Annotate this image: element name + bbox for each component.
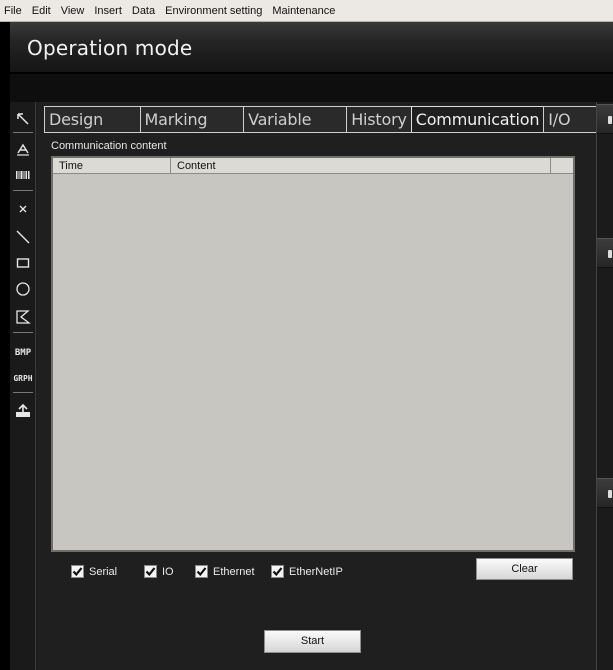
menu-file[interactable]: File	[2, 0, 27, 22]
line-icon[interactable]	[12, 226, 34, 248]
right-panel-header-1[interactable]	[597, 104, 613, 134]
toolbar-separator	[13, 190, 33, 191]
ethernet-checkbox[interactable]: Ethernet	[195, 565, 255, 578]
menu-insert[interactable]: Insert	[89, 0, 127, 22]
drawing-toolbar: BMP GRPH	[10, 102, 36, 670]
communication-log-table[interactable]: Time Content	[51, 156, 575, 552]
panel-marker-icon	[608, 490, 612, 498]
serial-label: Serial	[89, 565, 118, 578]
communication-tab-content: Communication content Time Content Seria…	[44, 132, 596, 670]
table-header: Time Content	[53, 158, 573, 174]
tab-history[interactable]: History	[346, 106, 412, 132]
tab-marking-view[interactable]: Marking view	[139, 106, 245, 155]
right-side-panel	[596, 102, 613, 670]
import-icon[interactable]	[12, 400, 34, 422]
bmp-icon[interactable]: BMP	[12, 340, 34, 362]
rectangle-icon[interactable]	[12, 252, 34, 274]
cross-icon[interactable]	[12, 198, 34, 220]
ethernet-label: Ethernet	[213, 565, 255, 578]
menu-maintenance[interactable]: Maintenance	[267, 0, 340, 22]
circle-icon[interactable]	[12, 278, 34, 300]
bmp-icon-text: BMP	[15, 348, 32, 357]
panel-marker-icon	[608, 116, 612, 124]
io-label: IO	[162, 565, 174, 578]
polygon-icon[interactable]	[12, 306, 34, 328]
checkbox-checked-icon[interactable]	[271, 565, 284, 578]
tab-io[interactable]: I/O	[543, 106, 597, 132]
start-button[interactable]: Start	[264, 630, 361, 653]
tab-variable-data[interactable]: Variable data	[243, 106, 348, 155]
toolbar-separator	[13, 332, 33, 333]
menu-environment-setting[interactable]: Environment setting	[160, 0, 267, 22]
right-panel-header-2[interactable]	[597, 238, 613, 268]
graph-icon-text: GRPH	[13, 374, 32, 383]
arrow-pointer-icon[interactable]	[12, 108, 34, 130]
checkbox-checked-icon[interactable]	[195, 565, 208, 578]
column-header-time[interactable]: Time	[53, 158, 171, 174]
title-bar: Operation mode	[10, 22, 613, 74]
column-header-filler	[551, 158, 573, 174]
ethernetip-checkbox[interactable]: EtherNetIP	[271, 565, 343, 578]
ethernetip-label: EtherNetIP	[289, 565, 343, 578]
menu-bar: File Edit View Insert Data Environment s…	[0, 0, 613, 22]
toolbar-separator	[13, 392, 33, 393]
graph-icon[interactable]: GRPH	[12, 366, 34, 388]
communication-content-label: Communication content	[51, 140, 167, 152]
serial-checkbox[interactable]: Serial	[71, 565, 117, 578]
text-a-icon[interactable]	[12, 138, 34, 160]
menu-view[interactable]: View	[56, 0, 90, 22]
tab-communication[interactable]: Communication	[410, 106, 545, 133]
right-panel-header-3[interactable]	[597, 478, 613, 508]
barcode-icon[interactable]	[12, 164, 34, 186]
toolbar-separator	[13, 132, 33, 133]
header-band	[10, 74, 613, 102]
menu-edit[interactable]: Edit	[27, 0, 56, 22]
tab-design-view[interactable]: Design view	[44, 106, 141, 155]
io-checkbox[interactable]: IO	[144, 565, 174, 578]
panel-marker-icon	[608, 250, 612, 258]
page-title: Operation mode	[27, 36, 193, 60]
checkbox-checked-icon[interactable]	[71, 565, 84, 578]
menu-data[interactable]: Data	[127, 0, 160, 22]
clear-button[interactable]: Clear	[476, 558, 573, 580]
column-header-content[interactable]: Content	[171, 158, 551, 174]
checkbox-checked-icon[interactable]	[144, 565, 157, 578]
main-panel: Design view Marking view Variable data H…	[36, 102, 597, 670]
tab-strip: Design view Marking view Variable data H…	[44, 106, 597, 155]
